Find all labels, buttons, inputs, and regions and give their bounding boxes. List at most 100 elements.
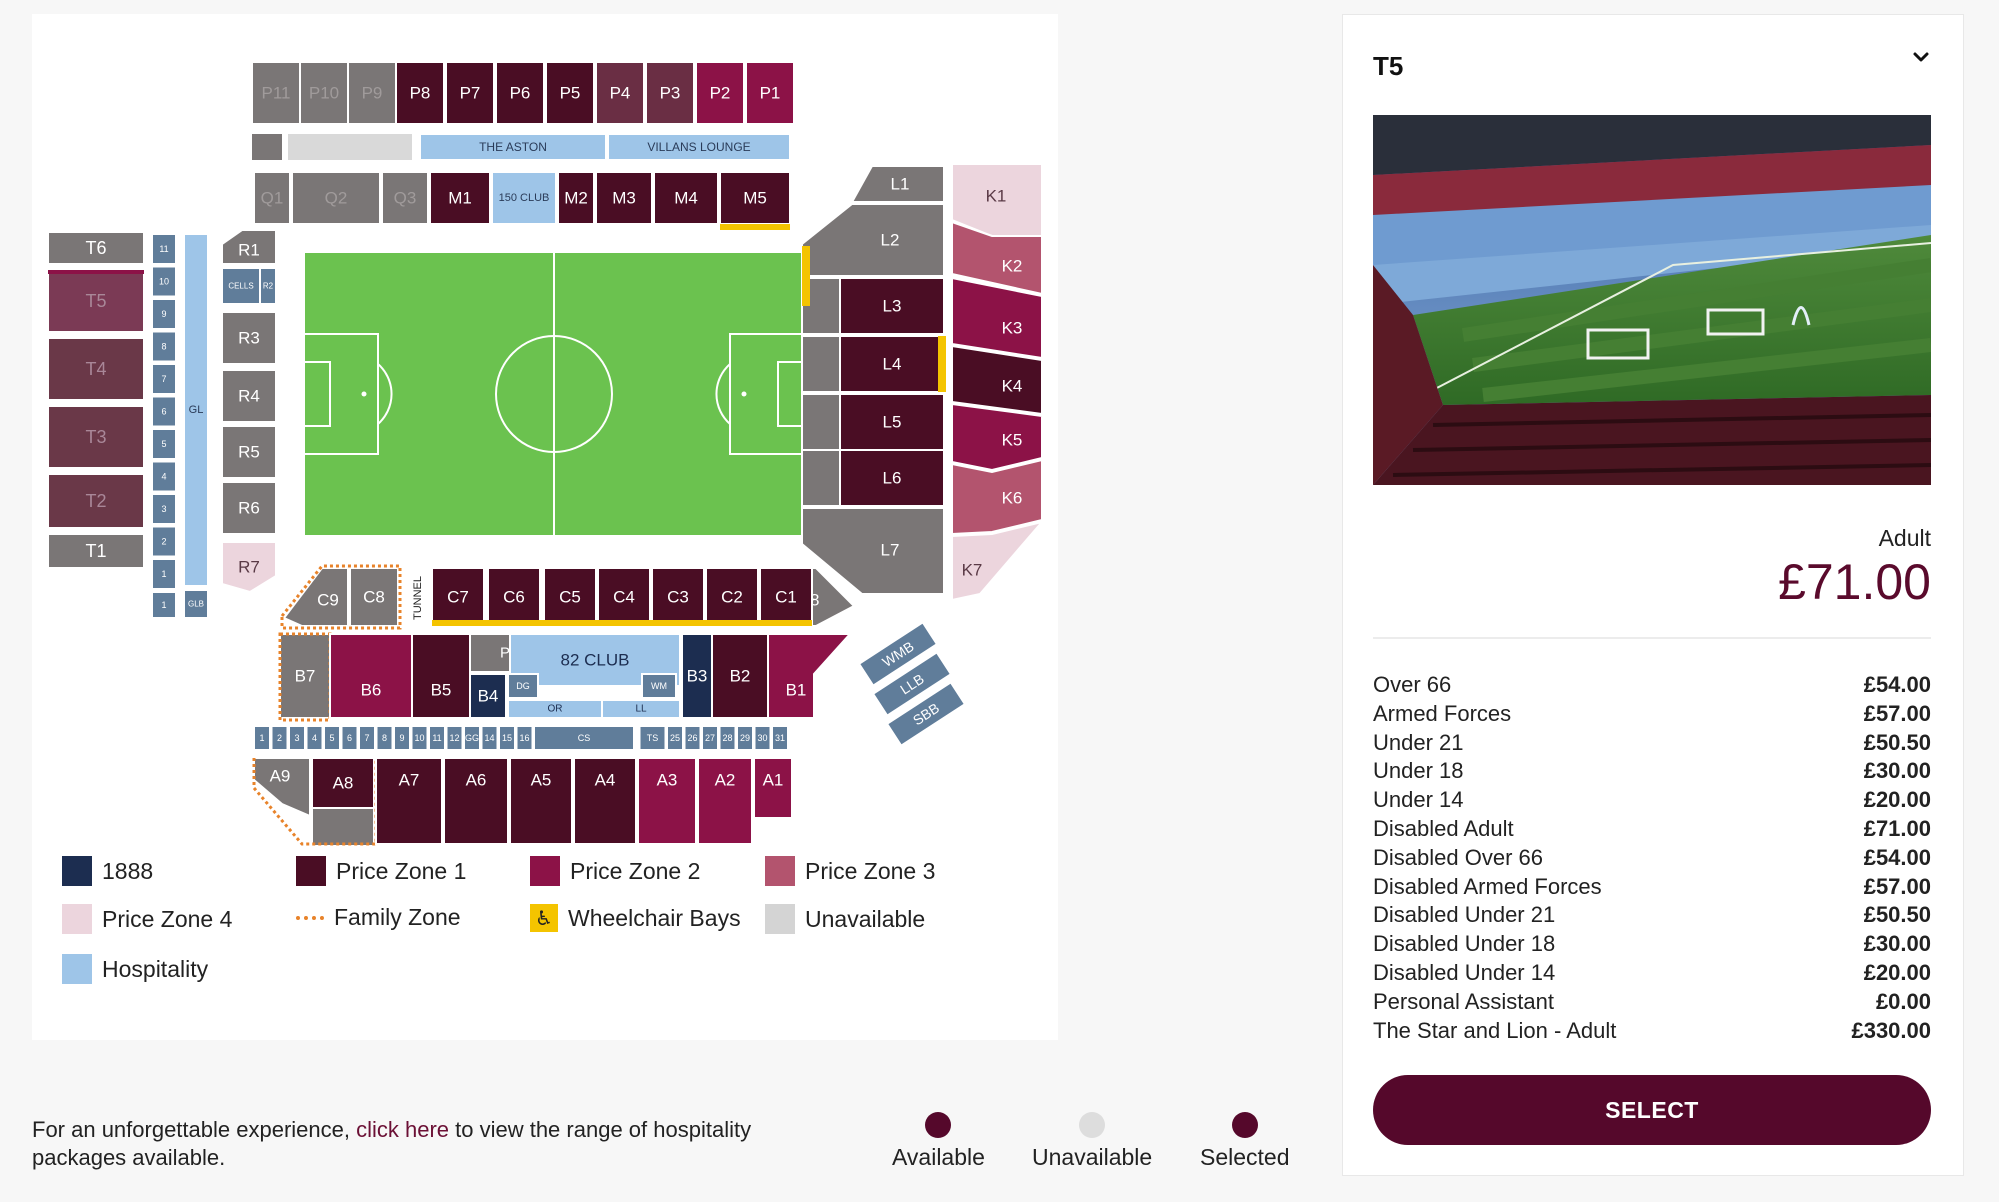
section-lower-cs[interactable]: CS <box>533 725 635 751</box>
section-lower-27[interactable]: 27 <box>701 725 719 751</box>
section-a9[interactable]: A9 <box>253 757 311 818</box>
section-lower-8[interactable]: 8 <box>375 725 394 751</box>
section-west-11[interactable]: 11 <box>151 233 177 265</box>
section-k6[interactable]: K6 <box>951 458 1043 536</box>
select-button[interactable]: SELECT <box>1373 1075 1931 1145</box>
section-west-10[interactable]: 10 <box>151 265 177 298</box>
section-b4[interactable]: B4 <box>469 673 507 719</box>
chevron-down-icon[interactable] <box>1909 45 1933 69</box>
section-t3[interactable]: T3 <box>47 405 145 469</box>
section-lower-5[interactable]: 5 <box>323 725 341 751</box>
section-m1[interactable]: M1 <box>429 171 491 225</box>
section-t1[interactable]: T1 <box>47 533 145 569</box>
section-150-club[interactable]: 150 CLUB <box>491 171 557 225</box>
section-lower-2[interactable]: 2 <box>270 725 289 751</box>
section-p10[interactable]: P10 <box>299 61 349 125</box>
section-lower-28[interactable]: 28 <box>718 725 737 751</box>
section-lower-14[interactable]: 14 <box>480 725 499 751</box>
section-west-extra[interactable]: 1 <box>151 591 177 619</box>
section-q1[interactable]: Q1 <box>253 171 291 225</box>
section-l6-seat[interactable]: L6 <box>839 449 945 507</box>
section-p8[interactable]: P8 <box>395 61 445 125</box>
section-a1[interactable]: A1 <box>753 757 793 819</box>
section-lower-31[interactable]: 31 <box>771 725 789 751</box>
section-c3[interactable]: C3 <box>651 567 705 627</box>
section-r5[interactable]: R5 <box>221 425 277 479</box>
section-l2[interactable]: L2 <box>801 203 945 277</box>
section-lower-11[interactable]: 11 <box>428 725 446 751</box>
section-lower-9[interactable]: 9 <box>393 725 411 751</box>
section-a6[interactable]: A6 <box>443 757 509 845</box>
section-p7[interactable]: P7 <box>445 61 495 125</box>
section-west-2[interactable]: 2 <box>151 525 177 558</box>
section-m3[interactable]: M3 <box>595 171 653 225</box>
section-c2[interactable]: C2 <box>705 567 759 627</box>
section-a7[interactable]: A7 <box>375 757 443 845</box>
section-lower-26[interactable]: 26 <box>683 725 702 751</box>
section-r7[interactable]: R7 <box>221 541 277 594</box>
section-west-5[interactable]: 5 <box>151 428 177 460</box>
section-wm[interactable]: WM <box>641 673 677 699</box>
section-t2[interactable]: T2 <box>47 473 145 529</box>
section-r2[interactable]: R2 <box>259 267 277 305</box>
section-r3[interactable]: R3 <box>221 311 277 365</box>
section-b6[interactable]: B6 <box>329 633 413 719</box>
section-l4-seat[interactable]: L4 <box>839 335 945 393</box>
section-west-7[interactable]: 7 <box>151 363 177 395</box>
section-a4[interactable]: A4 <box>573 757 637 845</box>
section-west-8[interactable]: 8 <box>151 330 177 363</box>
section-lower-4[interactable]: 4 <box>305 725 324 751</box>
section-l1[interactable]: L1 <box>850 165 945 203</box>
section-c8[interactable]: C8 <box>349 567 399 627</box>
section-p9[interactable]: P9 <box>347 61 397 125</box>
section-a2[interactable]: A2 <box>697 757 753 845</box>
section-l5-seat[interactable]: L5 <box>839 393 945 451</box>
section-c9[interactable]: C9 <box>282 567 349 627</box>
section-t4[interactable]: T4 <box>47 337 145 401</box>
section-a8-lower[interactable] <box>311 807 375 847</box>
section-c7[interactable]: C7 <box>431 567 485 627</box>
section-lower-12[interactable]: 12 <box>445 725 464 751</box>
section-c1[interactable]: C1 <box>759 567 813 627</box>
section-m5[interactable]: M5 <box>719 171 791 225</box>
section-west-1[interactable]: 1 <box>151 558 177 590</box>
section-k1[interactable]: K1 <box>951 163 1043 237</box>
section-p11[interactable]: P11 <box>251 61 301 125</box>
section-lower-3[interactable]: 3 <box>288 725 306 751</box>
section-west-9[interactable]: 9 <box>151 298 177 330</box>
section-glb[interactable]: GLB <box>183 589 209 619</box>
section-lower-30[interactable]: 30 <box>753 725 772 751</box>
section-villans-lounge[interactable]: VILLANS LOUNGE <box>607 133 791 161</box>
section-p6[interactable]: P6 <box>495 61 545 125</box>
section-p2[interactable]: P2 <box>695 61 745 125</box>
section-the-aston[interactable]: THE ASTON <box>419 133 607 161</box>
section-lower-6[interactable]: 6 <box>340 725 359 751</box>
section-lower-10[interactable]: 10 <box>410 725 429 751</box>
section-q2[interactable]: Q2 <box>291 171 381 225</box>
section-b1[interactable]: B1 <box>767 633 853 719</box>
section-lower-15[interactable]: 15 <box>498 725 516 751</box>
section-m2[interactable]: M2 <box>557 171 595 225</box>
section-r1[interactable]: R1 <box>221 229 277 265</box>
section-west-3[interactable]: 3 <box>151 493 177 525</box>
section-a5[interactable]: A5 <box>509 757 573 845</box>
section-dg[interactable]: DG <box>507 673 539 699</box>
section-c5[interactable]: C5 <box>543 567 597 627</box>
section-lower-1[interactable]: 1 <box>253 725 271 751</box>
section-ll[interactable]: LL <box>601 699 681 719</box>
section-west-6[interactable]: 6 <box>151 395 177 428</box>
section-or[interactable]: OR <box>507 699 603 719</box>
section-c6[interactable]: C6 <box>487 567 541 627</box>
stadium-map[interactable]: P11 P10 P9 P8 P7 P6 P5 P4 P3 P2 P1 THE ASTON VILLANS… <box>32 14 1058 1040</box>
section-p1[interactable]: P1 <box>745 61 795 125</box>
section-p5[interactable]: P5 <box>545 61 595 125</box>
section-lower-29[interactable]: 29 <box>736 725 754 751</box>
section-k5[interactable]: K5 <box>951 402 1043 472</box>
section-r4[interactable]: R4 <box>221 369 277 423</box>
section-t6[interactable]: T6 <box>47 231 145 265</box>
section-lower-25[interactable]: 25 <box>666 725 684 751</box>
section-r6[interactable]: R6 <box>221 481 277 535</box>
section-b5[interactable]: B5 <box>411 633 471 719</box>
hospitality-link[interactable]: click here <box>356 1117 449 1142</box>
section-p3[interactable]: P3 <box>645 61 695 125</box>
